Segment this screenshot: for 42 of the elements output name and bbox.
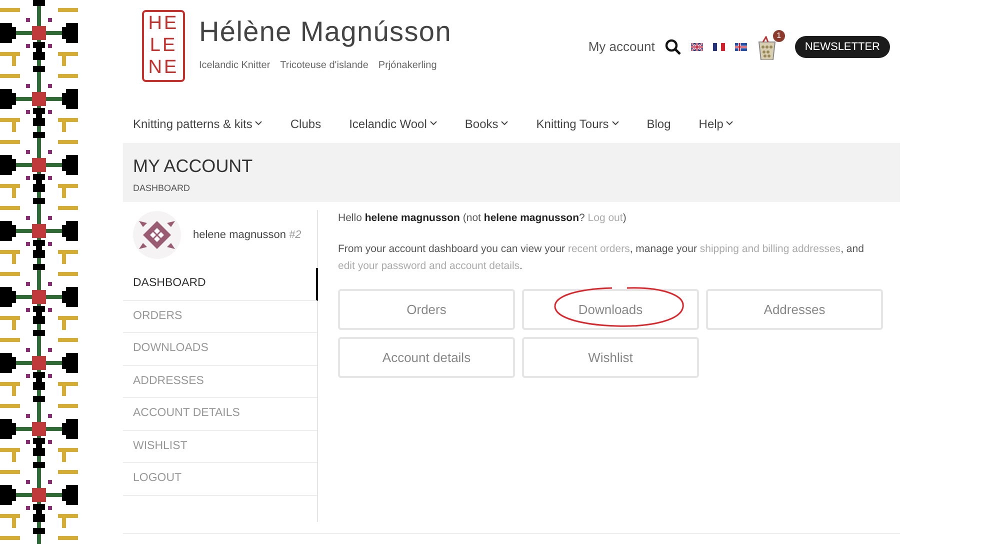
nav-link[interactable]: Books [464,114,508,132]
logo-mark[interactable]: HE LE NE [142,10,185,82]
nav-link[interactable]: Knitting patterns & kits [133,114,262,132]
iceland-flag-icon[interactable] [734,43,747,51]
text-link[interactable]: edit your password and account details [338,260,520,272]
sidebar-item[interactable]: ORDERS [123,300,317,333]
sidebar-item[interactable]: LOGOUT [123,463,317,496]
nav-link[interactable]: Knitting Tours [536,114,619,132]
account-link[interactable]: My account [588,37,655,57]
nav-link[interactable]: Icelandic Wool [349,114,437,132]
text-link[interactable]: Log out [588,212,623,224]
sidebar-item[interactable]: WISHLIST [123,430,317,463]
tagline: Icelandic Knitter [199,59,270,73]
greeting-text: Hello helene magnusson (not helene magnusson? Log out) [338,211,628,226]
user-name: helene magnusson #2 [193,228,302,243]
sidebar-item[interactable]: ACCOUNT DETAILS [123,398,317,430]
basket-icon[interactable] [756,36,777,60]
text-link[interactable]: shipping and billing addresses [700,242,841,255]
nav-link[interactable]: Help [698,114,734,132]
account-tile[interactable]: Wishlist [522,336,699,378]
cart-count-badge: 1 [772,30,785,42]
account-tile[interactable]: Orders [338,288,515,330]
nav-link[interactable]: Blog [646,114,671,132]
uk-flag-icon[interactable] [690,43,703,51]
text-link[interactable]: recent orders [568,242,630,255]
account-tile[interactable]: Downloads [522,288,699,330]
account-tile[interactable]: Addresses [706,288,883,330]
sidebar-item[interactable]: DASHBOARD [123,268,318,300]
nav-link[interactable]: Clubs [290,114,322,132]
account-tile[interactable]: Account details [338,336,515,378]
intro-text: From your account dashboard you can view your recent orders, manage your shipping and billing addresses, and edit your password and account details. [338,242,865,274]
tagline: Tricoteuse d'islande [280,59,368,73]
avatar-icon [133,211,181,259]
search-icon[interactable] [664,39,681,55]
newsletter-button[interactable]: NEWSLETTER [794,36,890,58]
site-title[interactable]: Hélène Magnússon [199,18,452,46]
tagline: Prjónakerling [378,59,437,73]
france-flag-icon[interactable] [712,43,725,51]
page-title: MY ACCOUNT [133,155,253,178]
breadcrumb: DASHBOARD [133,182,190,194]
sidebar-item[interactable]: DOWNLOADS [123,333,317,366]
sidebar-item[interactable]: ADDRESSES [123,366,317,398]
